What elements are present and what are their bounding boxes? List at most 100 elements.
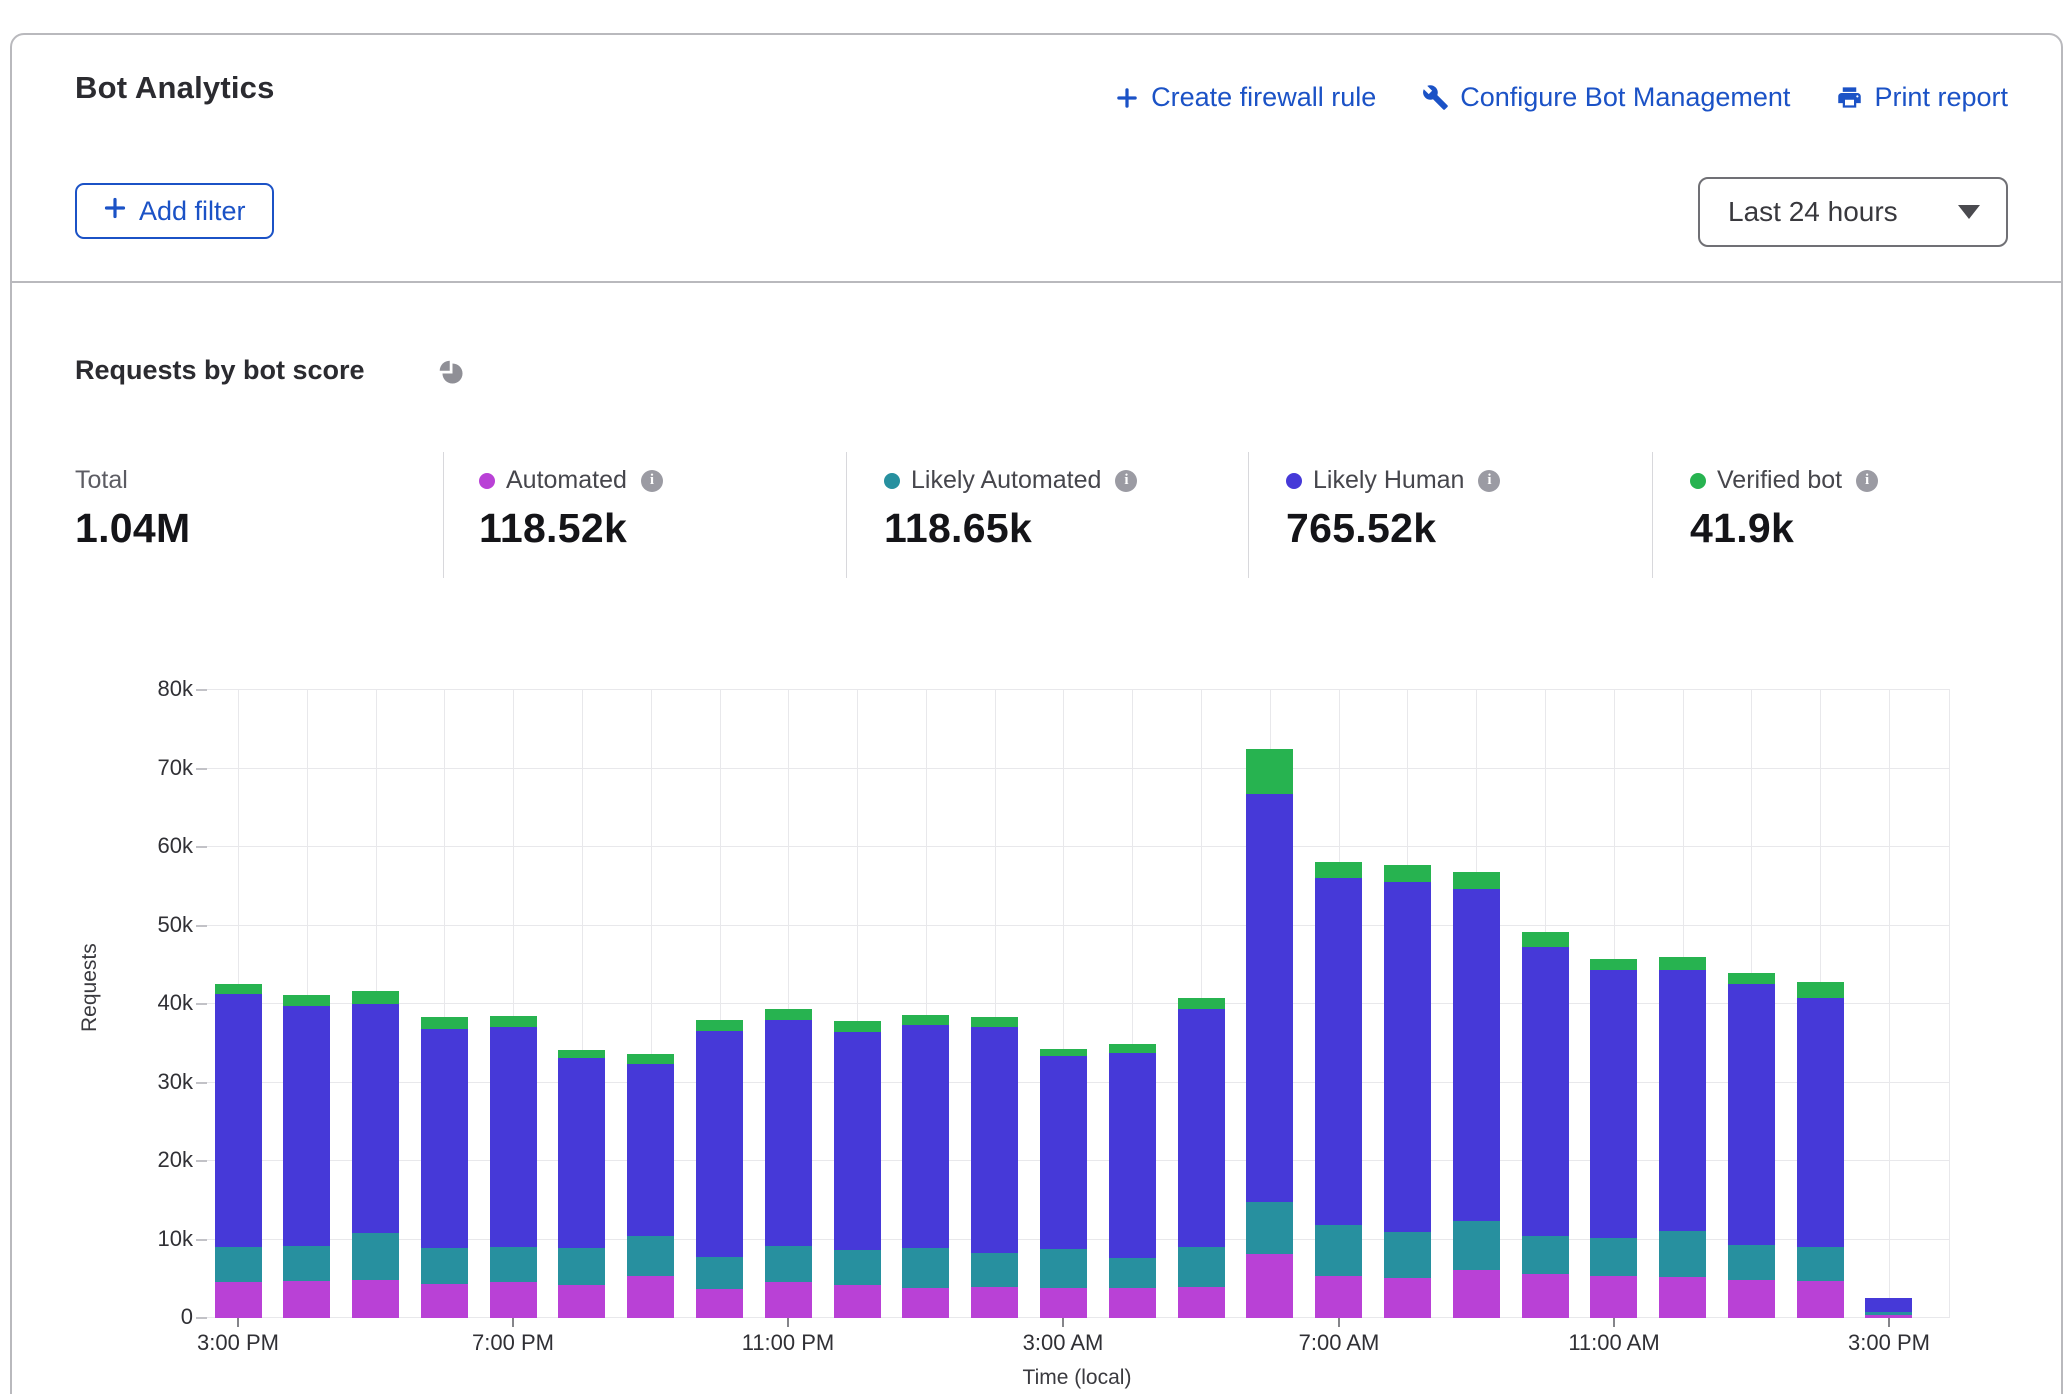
bar-segment-verified-bot[interactable] — [1040, 1049, 1087, 1056]
bar-segment-verified-bot[interactable] — [558, 1050, 605, 1058]
bar-segment-automated[interactable] — [1590, 1276, 1637, 1318]
bar-segment-likely-human[interactable] — [1315, 878, 1362, 1225]
bar-segment-likely-automated[interactable] — [1453, 1221, 1500, 1270]
bar-segment-likely-human[interactable] — [215, 994, 262, 1247]
bar-segment-verified-bot[interactable] — [421, 1017, 468, 1029]
info-icon[interactable]: i — [1115, 470, 1137, 492]
bar-segment-automated[interactable] — [1728, 1280, 1775, 1318]
bar-segment-likely-automated[interactable] — [1522, 1236, 1569, 1274]
bar-segment-automated[interactable] — [902, 1288, 949, 1318]
bar-segment-likely-human[interactable] — [558, 1058, 605, 1248]
bar-segment-automated[interactable] — [1315, 1276, 1362, 1318]
bar-segment-automated[interactable] — [490, 1282, 537, 1318]
bar-segment-automated[interactable] — [283, 1281, 330, 1318]
bar-segment-likely-human[interactable] — [352, 1004, 399, 1233]
bar-segment-likely-automated[interactable] — [1728, 1245, 1775, 1280]
bar-segment-verified-bot[interactable] — [1246, 749, 1293, 794]
bar-segment-likely-automated[interactable] — [902, 1248, 949, 1288]
bar-segment-automated[interactable] — [1797, 1281, 1844, 1318]
bar-segment-likely-human[interactable] — [902, 1025, 949, 1248]
bar-segment-automated[interactable] — [421, 1284, 468, 1318]
bar-segment-automated[interactable] — [1453, 1270, 1500, 1318]
bar-segment-automated[interactable] — [558, 1285, 605, 1318]
bar-segment-likely-human[interactable] — [490, 1027, 537, 1247]
bar-segment-verified-bot[interactable] — [490, 1016, 537, 1027]
bar-segment-likely-automated[interactable] — [421, 1248, 468, 1284]
bar-segment-likely-human[interactable] — [1865, 1298, 1912, 1312]
info-icon[interactable]: i — [1856, 470, 1878, 492]
bar-segment-verified-bot[interactable] — [971, 1017, 1018, 1027]
bar-segment-verified-bot[interactable] — [1178, 998, 1225, 1009]
bar-segment-automated[interactable] — [765, 1282, 812, 1318]
bar-segment-automated[interactable] — [834, 1285, 881, 1318]
bar-segment-likely-automated[interactable] — [1590, 1238, 1637, 1276]
bar-segment-verified-bot[interactable] — [1522, 932, 1569, 947]
bar-segment-likely-human[interactable] — [1522, 947, 1569, 1236]
bar-segment-automated[interactable] — [1384, 1278, 1431, 1318]
bar-segment-verified-bot[interactable] — [834, 1021, 881, 1032]
print-report-link[interactable]: Print report — [1836, 82, 2008, 113]
bar-segment-likely-automated[interactable] — [627, 1236, 674, 1276]
bar-segment-likely-automated[interactable] — [1797, 1247, 1844, 1281]
configure-bot-management-link[interactable]: Configure Bot Management — [1422, 82, 1790, 113]
bar-segment-likely-automated[interactable] — [1246, 1202, 1293, 1254]
bar-segment-verified-bot[interactable] — [1384, 865, 1431, 882]
bar-segment-likely-automated[interactable] — [1315, 1225, 1362, 1276]
time-range-select[interactable]: Last 24 hours — [1698, 177, 2008, 247]
bar-segment-likely-automated[interactable] — [215, 1247, 262, 1282]
bar-segment-verified-bot[interactable] — [765, 1009, 812, 1020]
bar-segment-verified-bot[interactable] — [696, 1020, 743, 1031]
bar-segment-likely-human[interactable] — [1590, 970, 1637, 1238]
bar-segment-automated[interactable] — [1522, 1274, 1569, 1318]
bar-segment-verified-bot[interactable] — [1109, 1044, 1156, 1053]
bar-segment-likely-automated[interactable] — [558, 1248, 605, 1285]
bar-segment-likely-human[interactable] — [1453, 889, 1500, 1221]
bar-segment-automated[interactable] — [1040, 1288, 1087, 1318]
bar-segment-likely-automated[interactable] — [696, 1257, 743, 1289]
bar-segment-likely-automated[interactable] — [283, 1246, 330, 1281]
bar-segment-likely-automated[interactable] — [490, 1247, 537, 1282]
info-icon[interactable]: i — [1478, 470, 1500, 492]
bar-segment-likely-automated[interactable] — [1109, 1258, 1156, 1288]
bar-segment-likely-automated[interactable] — [1865, 1312, 1912, 1315]
bar-segment-automated[interactable] — [1659, 1277, 1706, 1318]
bar-segment-automated[interactable] — [215, 1282, 262, 1318]
bar-segment-automated[interactable] — [1109, 1288, 1156, 1318]
bar-segment-likely-automated[interactable] — [834, 1250, 881, 1285]
bar-segment-likely-automated[interactable] — [1384, 1232, 1431, 1278]
bar-segment-verified-bot[interactable] — [1797, 982, 1844, 998]
bar-segment-verified-bot[interactable] — [1659, 957, 1706, 970]
bar-segment-likely-automated[interactable] — [1040, 1249, 1087, 1288]
bar-segment-likely-automated[interactable] — [1178, 1247, 1225, 1287]
bar-segment-automated[interactable] — [696, 1289, 743, 1318]
bar-segment-likely-automated[interactable] — [352, 1233, 399, 1280]
bar-segment-likely-human[interactable] — [1659, 970, 1706, 1231]
bar-segment-automated[interactable] — [971, 1287, 1018, 1318]
bar-segment-verified-bot[interactable] — [1590, 959, 1637, 970]
add-filter-button[interactable]: Add filter — [75, 183, 274, 239]
bar-segment-automated[interactable] — [627, 1276, 674, 1318]
bar-segment-automated[interactable] — [352, 1280, 399, 1318]
bar-segment-likely-human[interactable] — [1728, 984, 1775, 1245]
bar-segment-automated[interactable] — [1246, 1254, 1293, 1318]
bar-segment-verified-bot[interactable] — [283, 995, 330, 1006]
info-icon[interactable]: i — [641, 470, 663, 492]
bar-segment-likely-automated[interactable] — [765, 1246, 812, 1282]
bar-segment-verified-bot[interactable] — [1728, 973, 1775, 984]
bar-segment-likely-human[interactable] — [765, 1020, 812, 1246]
bar-segment-likely-human[interactable] — [834, 1032, 881, 1250]
bar-segment-verified-bot[interactable] — [902, 1015, 949, 1025]
bar-segment-likely-human[interactable] — [971, 1027, 1018, 1253]
bar-segment-verified-bot[interactable] — [352, 991, 399, 1004]
bar-segment-likely-human[interactable] — [421, 1029, 468, 1248]
bar-segment-verified-bot[interactable] — [627, 1054, 674, 1064]
bar-segment-likely-human[interactable] — [1109, 1053, 1156, 1258]
bar-segment-likely-automated[interactable] — [1659, 1231, 1706, 1277]
bar-segment-automated[interactable] — [1178, 1287, 1225, 1318]
bar-segment-likely-human[interactable] — [627, 1064, 674, 1236]
bar-segment-likely-human[interactable] — [1797, 998, 1844, 1247]
bar-segment-likely-human[interactable] — [1178, 1009, 1225, 1247]
create-firewall-rule-link[interactable]: Create firewall rule — [1114, 82, 1376, 113]
bar-segment-likely-automated[interactable] — [971, 1253, 1018, 1287]
bar-segment-verified-bot[interactable] — [1315, 862, 1362, 878]
